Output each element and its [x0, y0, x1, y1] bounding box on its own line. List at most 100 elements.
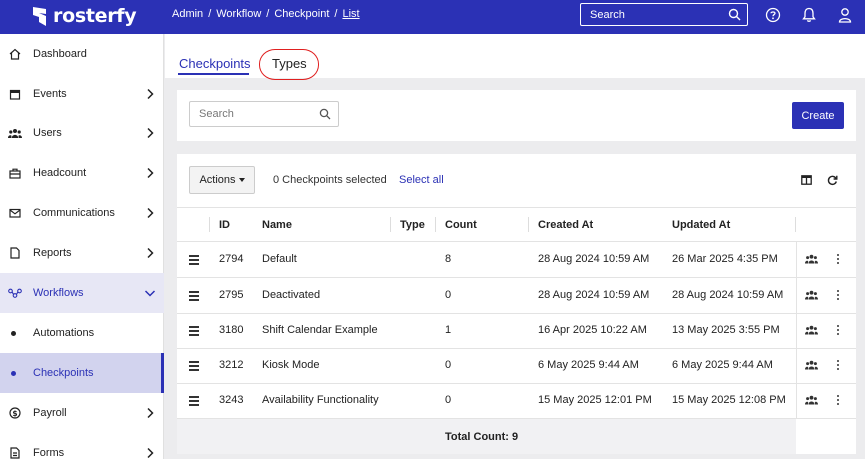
highlight-circle	[259, 49, 319, 80]
checkpoint-search-field	[189, 101, 339, 127]
chevron-down-icon	[143, 285, 157, 301]
actions-dropdown[interactable]: Actions	[189, 166, 255, 194]
cell-name: Shift Calendar Example	[262, 324, 378, 336]
refresh-icon[interactable]	[826, 174, 838, 186]
sidebar-item-users[interactable]: Users	[0, 113, 164, 153]
chevron-right-icon	[143, 245, 157, 261]
users-icon[interactable]	[805, 395, 818, 405]
cell-created-at: 6 May 2025 9:44 AM	[538, 359, 639, 371]
sidebar-item-workflows[interactable]: Workflows	[0, 273, 164, 313]
columns-icon[interactable]	[800, 174, 812, 186]
sidebar-item-forms[interactable]: Forms	[0, 433, 164, 459]
sidebar-item-label: Forms	[33, 447, 65, 459]
table-row[interactable]: 2794 Default 8 28 Aug 2024 10:59 AM 26 M…	[177, 242, 856, 278]
chevron-right-icon	[143, 445, 157, 459]
selection-count: 0 Checkpoints selected	[273, 174, 387, 186]
breadcrumb-checkpoint[interactable]: Checkpoint	[274, 8, 329, 20]
cell-created-at: 28 Aug 2024 10:59 AM	[538, 253, 650, 265]
chevron-right-icon	[143, 205, 157, 221]
sidebar-item-communications[interactable]: Communications	[0, 193, 164, 233]
cell-updated-at: 15 May 2025 12:08 PM	[672, 394, 786, 406]
cell-count: 1	[445, 324, 452, 336]
sidebar-item-payroll[interactable]: $ Payroll	[0, 393, 164, 433]
briefcase-icon	[8, 166, 22, 180]
column-divider	[795, 217, 796, 232]
breadcrumb-list[interactable]: List	[342, 8, 359, 20]
actions-label: Actions	[199, 174, 236, 186]
table-row[interactable]: 3180 Shift Calendar Example 1 16 Apr 202…	[177, 313, 856, 349]
table-row[interactable]: 3212 Kiosk Mode 0 6 May 2025 9:44 AM 6 M…	[177, 348, 856, 384]
users-icon	[8, 126, 22, 140]
chevron-right-icon	[143, 165, 157, 181]
sidebar-item-label: Automations	[33, 327, 95, 339]
column-header-count[interactable]: Count	[445, 219, 477, 231]
more-options-icon[interactable]	[837, 360, 840, 372]
drag-handle-icon[interactable]	[189, 361, 199, 373]
table-row[interactable]: 3243 Availability Functionality 0 15 May…	[177, 383, 856, 419]
cell-updated-at: 6 May 2025 9:44 AM	[672, 359, 773, 371]
tab-checkpoints[interactable]: Checkpoints	[179, 56, 251, 71]
breadcrumb-workflow[interactable]: Workflow	[216, 8, 261, 20]
help-icon[interactable]	[764, 6, 782, 24]
table-row[interactable]: 2795 Deactivated 0 28 Aug 2024 10:59 AM …	[177, 278, 856, 314]
search-icon[interactable]	[728, 8, 741, 21]
search-icon[interactable]	[319, 108, 331, 120]
cell-name: Kiosk Mode	[262, 359, 320, 371]
sidebar-item-label: Headcount	[33, 167, 87, 179]
top-bar: rosterfy Admin / Workflow / Checkpoint / List …	[0, 0, 865, 34]
sidebar-item-dashboard[interactable]: Dashboard	[0, 34, 164, 74]
column-header-id[interactable]: ID	[219, 219, 230, 231]
column-divider	[435, 217, 436, 232]
drag-handle-icon[interactable]	[189, 326, 199, 338]
select-all-link[interactable]: Select all	[399, 174, 444, 186]
create-button[interactable]: Create	[792, 102, 844, 129]
caret-down-icon	[238, 178, 245, 182]
breadcrumb-admin[interactable]: Admin	[172, 8, 203, 20]
cell-name: Availability Functionality	[262, 394, 379, 406]
more-options-icon[interactable]	[837, 254, 840, 266]
cell-count: 0	[445, 394, 452, 406]
more-options-icon[interactable]	[837, 395, 840, 407]
sidebar-item-events[interactable]: Events	[0, 74, 164, 114]
users-icon[interactable]	[805, 325, 818, 335]
logo-mark-icon	[33, 6, 46, 26]
cell-count: 0	[445, 289, 452, 301]
search-card: Create	[177, 90, 856, 141]
table-header: ID Name Type Count Created At Updated At	[177, 207, 856, 242]
sidebar-subitem-automations[interactable]: Automations	[0, 313, 164, 353]
users-icon[interactable]	[805, 360, 818, 370]
checkpoints-table-card: Actions 0 Checkpoints selected Select al…	[177, 154, 856, 454]
sidebar-item-reports[interactable]: Reports	[0, 233, 164, 273]
global-search-input[interactable]: Search	[580, 3, 748, 26]
column-divider	[528, 217, 529, 232]
bell-icon[interactable]	[800, 6, 818, 24]
column-header-updated-at[interactable]: Updated At	[672, 219, 730, 231]
breadcrumb: Admin / Workflow / Checkpoint / List	[172, 8, 360, 20]
cell-name: Deactivated	[262, 289, 321, 301]
drag-handle-icon[interactable]	[189, 396, 199, 408]
users-icon[interactable]	[805, 290, 818, 300]
drag-handle-icon[interactable]	[189, 291, 199, 303]
more-options-icon[interactable]	[837, 290, 840, 302]
cell-updated-at: 26 Mar 2025 4:35 PM	[672, 253, 778, 265]
users-icon[interactable]	[805, 254, 818, 264]
rosterfy-logo[interactable]: rosterfy	[33, 3, 137, 29]
chevron-right-icon	[143, 86, 157, 102]
active-tab-indicator	[178, 73, 249, 75]
more-options-icon[interactable]	[837, 325, 840, 337]
cell-name: Default	[262, 253, 297, 265]
user-icon[interactable]	[836, 6, 854, 24]
column-divider	[209, 217, 210, 232]
column-header-type[interactable]: Type	[400, 219, 425, 231]
cell-id: 3180	[219, 324, 244, 336]
sidebar-item-headcount[interactable]: Headcount	[0, 153, 164, 193]
envelope-icon	[8, 206, 22, 220]
logo-text: rosterfy	[53, 5, 137, 27]
column-header-created-at[interactable]: Created At	[538, 219, 593, 231]
column-header-name[interactable]: Name	[262, 219, 292, 231]
cell-id: 3212	[219, 359, 244, 371]
checkpoint-search-input[interactable]	[190, 102, 318, 126]
drag-handle-icon[interactable]	[189, 255, 199, 267]
dollar-icon: $	[8, 406, 22, 420]
sidebar-subitem-checkpoints[interactable]: Checkpoints	[0, 353, 164, 393]
